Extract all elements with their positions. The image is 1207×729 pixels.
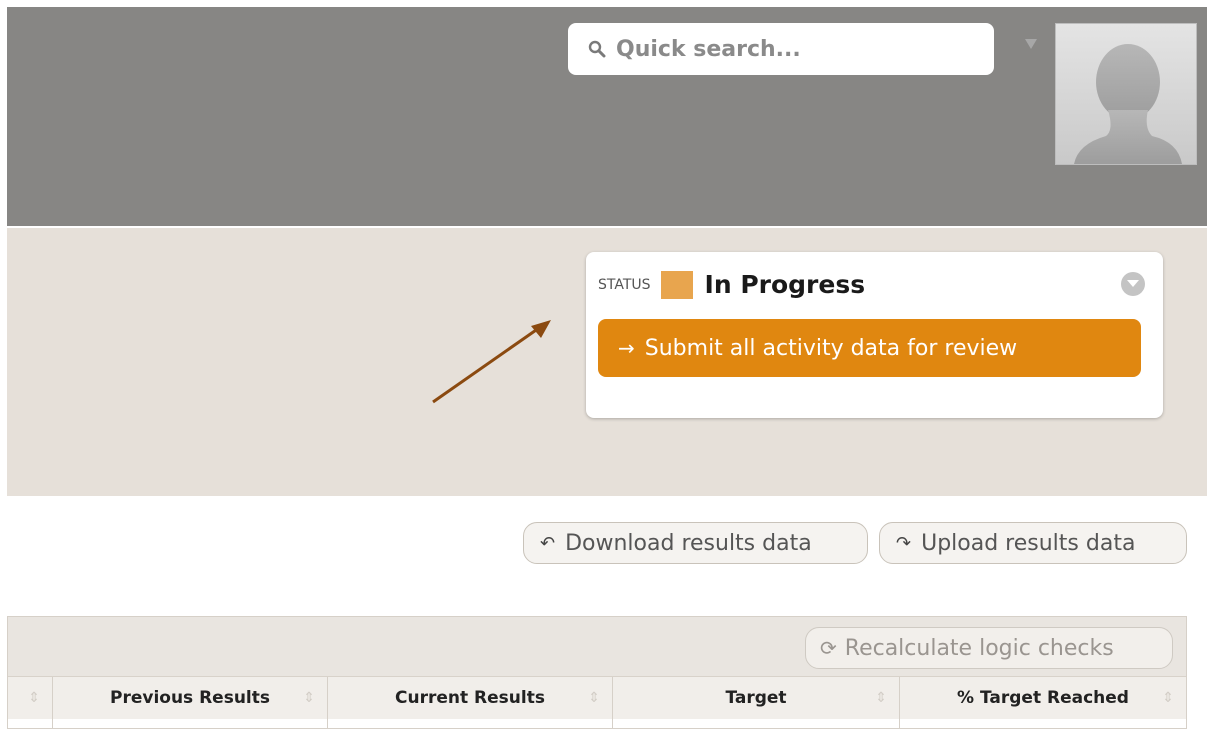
results-table-header: ⇕ Previous Results ⇕ Current Results ⇕ T…	[8, 676, 1186, 720]
upload-results-label: Upload results data	[921, 530, 1136, 556]
column-header-label: % Target Reached	[957, 688, 1129, 708]
sort-icon: ⇕	[588, 690, 600, 706]
status-card: STATUS In Progress → Submit all activity…	[586, 252, 1163, 418]
top-header	[7, 7, 1207, 226]
download-results-label: Download results data	[565, 530, 812, 556]
table-cell	[8, 719, 53, 728]
table-cell	[613, 719, 900, 728]
recalculate-label: Recalculate logic checks	[844, 635, 1114, 661]
upload-arrow-icon: ↷	[896, 532, 912, 554]
column-header-percent-target-reached[interactable]: % Target Reached ⇕	[900, 677, 1186, 719]
upload-results-button[interactable]: ↷ Upload results data	[879, 522, 1187, 564]
page: STATUS In Progress → Submit all activity…	[0, 0, 1207, 729]
search-input[interactable]	[614, 35, 978, 63]
table-cell	[328, 719, 613, 728]
caret-down-icon[interactable]	[1025, 39, 1037, 49]
table-cell	[900, 719, 1186, 728]
user-silhouette-icon	[1074, 44, 1182, 164]
recalculate-logic-checks-button[interactable]: ⟳ Recalculate logic checks	[805, 627, 1173, 669]
column-header-stub[interactable]: ⇕	[8, 677, 53, 719]
submit-for-review-label: Submit all activity data for review	[644, 335, 1018, 361]
arrow-right-icon: →	[618, 336, 635, 360]
sort-icon: ⇕	[28, 690, 40, 706]
sort-icon: ⇕	[1162, 690, 1174, 706]
column-header-label: Current Results	[395, 688, 545, 708]
status-color-swatch	[660, 270, 693, 299]
results-panel: ⟳ Recalculate logic checks ⇕ Previous Re…	[7, 616, 1187, 729]
column-header-label: Previous Results	[109, 688, 270, 708]
table-cell	[53, 719, 328, 728]
sort-icon: ⇕	[875, 690, 887, 706]
status-band: STATUS In Progress → Submit all activity…	[7, 228, 1207, 496]
column-header-label: Target	[725, 688, 787, 708]
submit-for-review-button[interactable]: → Submit all activity data for review	[598, 319, 1141, 377]
refresh-icon: ⟳	[820, 636, 837, 660]
sort-icon: ⇕	[303, 690, 315, 706]
status-label: STATUS	[598, 276, 651, 293]
status-row: STATUS In Progress	[598, 270, 865, 299]
column-header-target[interactable]: Target ⇕	[613, 677, 900, 719]
column-header-current-results[interactable]: Current Results ⇕	[328, 677, 613, 719]
avatar[interactable]	[1055, 23, 1197, 165]
chevron-down-icon[interactable]	[1121, 272, 1145, 296]
status-value: In Progress	[704, 270, 866, 299]
annotation-arrow-icon	[432, 320, 551, 404]
quick-search-box[interactable]	[568, 23, 994, 75]
download-results-button[interactable]: ↶ Download results data	[523, 522, 868, 564]
search-icon	[588, 40, 606, 58]
results-table-body	[8, 719, 1186, 728]
download-arrow-icon: ↶	[540, 532, 556, 554]
column-header-previous-results[interactable]: Previous Results ⇕	[53, 677, 328, 719]
